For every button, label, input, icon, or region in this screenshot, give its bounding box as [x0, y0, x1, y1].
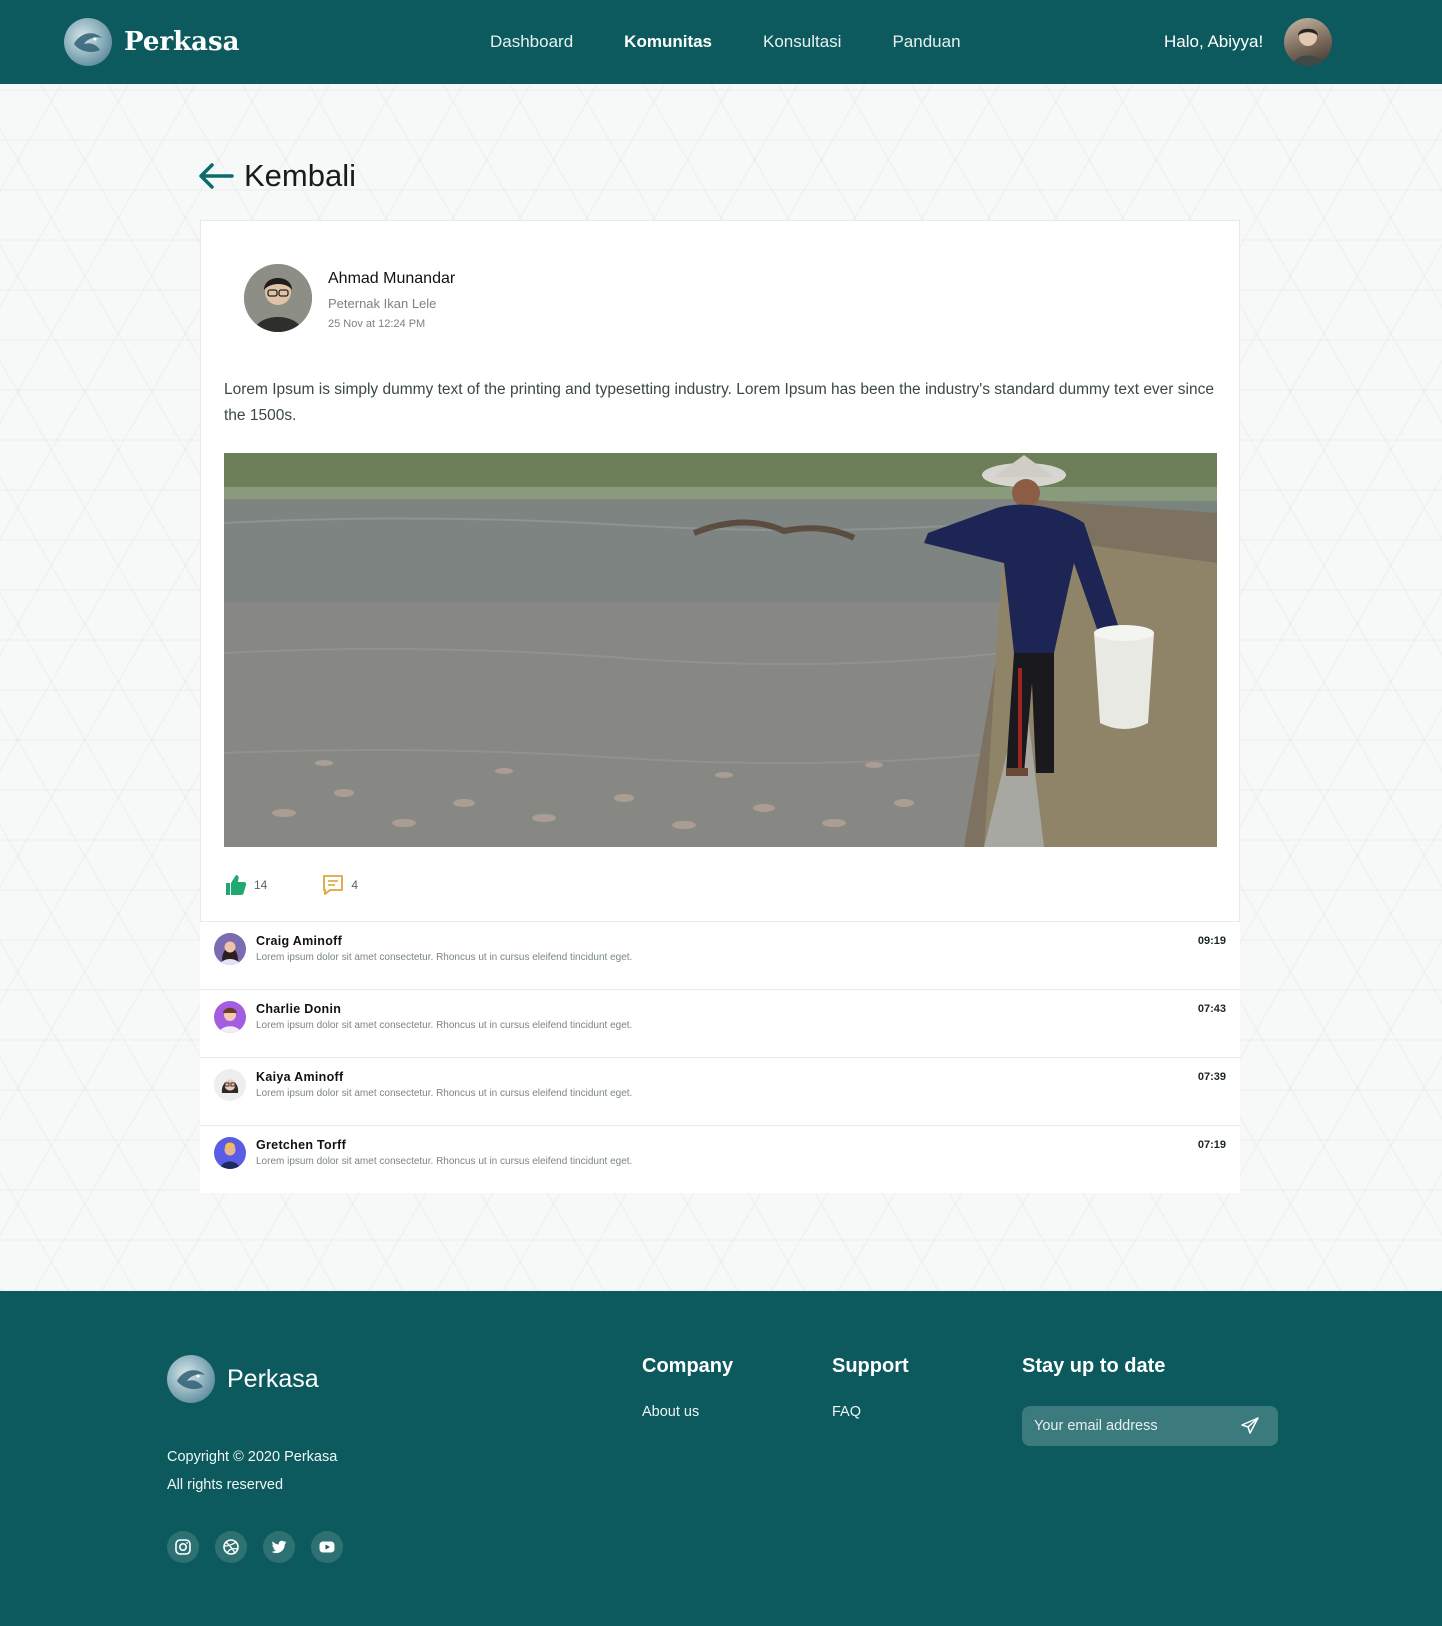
post-date: 25 Nov at 12:24 PM: [328, 318, 426, 330]
user-avatar[interactable]: [1284, 18, 1332, 66]
commenter-avatar[interactable]: [214, 1069, 246, 1101]
commenter-avatar[interactable]: [214, 933, 246, 965]
user-greeting: Halo, Abiyya!: [1164, 32, 1264, 51]
footer-brand[interactable]: Perkasa: [167, 1355, 319, 1403]
navbar: Perkasa Dashboard Komunitas Konsultasi P…: [0, 0, 1442, 84]
comment-item: Kaiya Aminoff Lorem ipsum dolor sit amet…: [200, 1057, 1240, 1125]
post-text: Lorem Ipsum is simply dummy text of the …: [224, 381, 1214, 424]
comment-icon: [323, 875, 344, 895]
comment-text: Lorem ipsum dolor sit amet consectetur. …: [256, 1156, 633, 1167]
back-label: Kembali: [244, 158, 356, 193]
instagram-link[interactable]: [167, 1531, 199, 1563]
comment-text: Lorem ipsum dolor sit amet consectetur. …: [256, 952, 633, 963]
nav-link-dashboard[interactable]: Dashboard: [490, 32, 573, 52]
email-subscribe: [1022, 1406, 1278, 1446]
comment-item: Gretchen Torff Lorem ipsum dolor sit ame…: [200, 1125, 1240, 1193]
footer: Perkasa Copyright © 2020 Perkasa All rig…: [0, 1291, 1442, 1626]
footer-brand-name: Perkasa: [227, 1364, 319, 1393]
commenter-name: Charlie Donin: [256, 1002, 342, 1016]
copyright-block: Copyright © 2020 Perkasa All rights rese…: [167, 1443, 337, 1499]
post-stats: 14 4: [224, 873, 412, 897]
social-links: [167, 1531, 359, 1563]
comment-item: Charlie Donin Lorem ipsum dolor sit amet…: [200, 989, 1240, 1057]
comment-count: 4: [351, 878, 359, 892]
comment-time: 07:43: [1197, 1003, 1226, 1015]
author-name: Ahmad Munandar: [328, 270, 456, 287]
send-icon: [1241, 1417, 1259, 1434]
post-author: Ahmad Munandar Peternak Ikan Lele 25 Nov…: [244, 264, 455, 332]
author-role: Peternak Ikan Lele: [328, 296, 437, 311]
footer-newsletter: Stay up to date: [1022, 1355, 1165, 1378]
commenter-name: Gretchen Torff: [256, 1138, 347, 1152]
send-button[interactable]: [1240, 1416, 1260, 1436]
brand-name: Perkasa: [124, 27, 240, 57]
newsletter-heading: Stay up to date: [1022, 1355, 1166, 1377]
twitter-link[interactable]: [263, 1531, 295, 1563]
back-button[interactable]: Kembali: [198, 158, 356, 194]
fish-logo-icon: [64, 18, 112, 66]
faq-link[interactable]: FAQ: [832, 1404, 909, 1420]
rights-text: All rights reserved: [167, 1477, 284, 1493]
dribbble-link[interactable]: [215, 1531, 247, 1563]
dribbble-icon: [223, 1539, 239, 1555]
copyright-text: Copyright © 2020 Perkasa: [167, 1449, 338, 1465]
comment-time: 09:19: [1197, 935, 1226, 947]
comment-button[interactable]: 4: [321, 873, 358, 897]
footer-support: Support FAQ: [832, 1355, 909, 1420]
brand[interactable]: Perkasa: [64, 18, 239, 66]
nav-link-komunitas[interactable]: Komunitas: [624, 32, 712, 52]
twitter-icon: [271, 1540, 287, 1554]
main-nav: Dashboard Komunitas Konsultasi Panduan: [490, 0, 1012, 84]
company-heading: Company: [642, 1355, 734, 1377]
comment-text: Lorem ipsum dolor sit amet consectetur. …: [256, 1088, 633, 1099]
arrow-left-icon: [199, 163, 234, 189]
comment-text: Lorem ipsum dolor sit amet consectetur. …: [256, 1020, 633, 1031]
comment-list: Craig Aminoff Lorem ipsum dolor sit amet…: [200, 921, 1240, 1193]
youtube-icon: [319, 1541, 335, 1553]
footer-company: Company About us: [642, 1355, 733, 1420]
comment-item: Craig Aminoff Lorem ipsum dolor sit amet…: [200, 921, 1240, 989]
fish-logo-icon: [167, 1355, 215, 1403]
commenter-name: Kaiya Aminoff: [256, 1070, 344, 1084]
instagram-icon: [175, 1539, 191, 1555]
commenter-avatar[interactable]: [214, 1001, 246, 1033]
commenter-name: Craig Aminoff: [256, 934, 343, 948]
commenter-avatar[interactable]: [214, 1137, 246, 1169]
youtube-link[interactable]: [311, 1531, 343, 1563]
comment-time: 07:39: [1197, 1071, 1226, 1083]
support-heading: Support: [832, 1355, 909, 1377]
nav-link-panduan[interactable]: Panduan: [892, 32, 960, 52]
about-us-link[interactable]: About us: [642, 1404, 733, 1420]
post-image: [224, 453, 1217, 847]
thumbs-up-icon: [226, 875, 247, 895]
email-input[interactable]: [1022, 1418, 1232, 1434]
like-button[interactable]: 14: [224, 873, 267, 897]
comment-time: 07:19: [1197, 1139, 1226, 1151]
like-count: 14: [254, 878, 268, 892]
author-avatar[interactable]: [244, 264, 312, 332]
nav-link-konsultasi[interactable]: Konsultasi: [763, 32, 841, 52]
